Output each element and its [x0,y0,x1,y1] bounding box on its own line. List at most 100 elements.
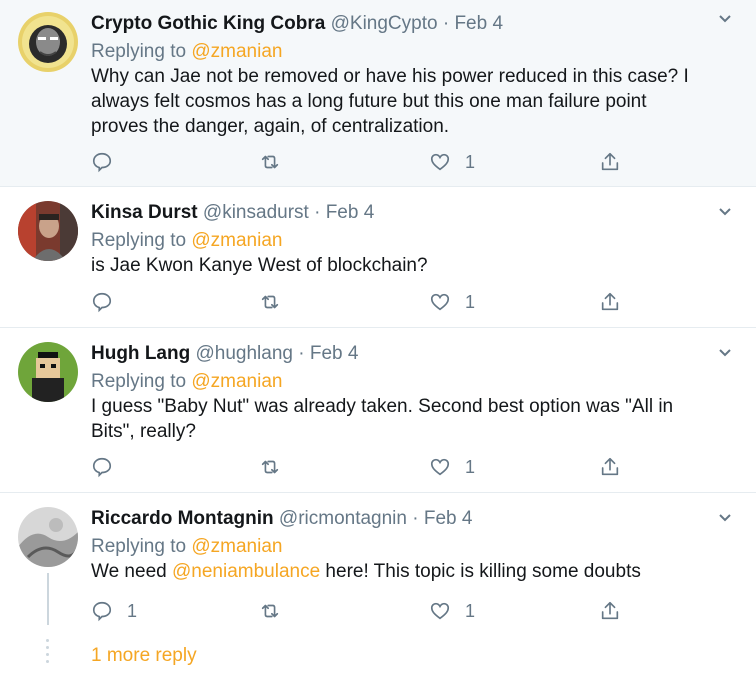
retweet-icon [261,295,279,309]
tweet[interactable]: Kinsa Durst @kinsadurst · Feb 4 Replying… [0,187,756,328]
retweet-icon [261,460,279,474]
tweet-date[interactable]: Feb 4 [326,202,375,223]
replying-mention[interactable]: @zmanian [191,230,282,251]
retweet-button[interactable] [259,599,281,623]
display-name[interactable]: Riccardo Montagnin [91,508,274,529]
reply-count: 1 [127,600,138,621]
tweet-actions: 1 [91,290,631,314]
retweet-button[interactable] [259,150,281,174]
tweet-header: Hugh Lang @hughlang · Feb 4 [91,342,716,366]
replying-label: Replying to [91,371,187,392]
tweet-actions: 1 [91,455,631,479]
avatar[interactable] [18,12,78,72]
replying-label: Replying to [91,41,187,62]
replying-mention[interactable]: @zmanian [191,371,282,392]
reply-button[interactable]: 1 [91,599,137,623]
tweet-text-line: proves the danger, again, of centralizat… [91,116,450,137]
heart-icon [430,602,450,620]
like-count: 1 [465,600,476,621]
heart-icon [430,458,450,476]
separator: · [314,202,321,223]
replying-to: Replying to @zmanian [91,40,716,64]
chevron-down-icon[interactable] [718,511,732,525]
share-button[interactable] [599,150,621,174]
chevron-down-icon[interactable] [718,346,732,360]
thread-dots [46,639,50,667]
user-handle[interactable]: @ricmontagnin [279,508,407,529]
tweet-actions: 1 1 [91,599,631,623]
tweet-text-line: Why can Jae not be removed or have his p… [91,66,689,87]
chevron-down-icon[interactable] [718,205,732,219]
share-icon [601,601,619,620]
replying-to: Replying to @zmanian [91,370,716,394]
tweet-text: I guess "Baby Nut" was already taken. Se… [91,394,716,444]
reply-button[interactable] [91,150,127,174]
retweet-icon [261,604,279,618]
retweet-icon [261,155,279,169]
tweet[interactable]: Riccardo Montagnin @ricmontagnin · Feb 4… [0,493,756,681]
reply-button[interactable] [91,455,127,479]
user-handle[interactable]: @kinsadurst [203,202,309,223]
tweet-text: Why can Jae not be removed or have his p… [91,64,716,139]
user-handle[interactable]: @KingCypto [331,13,438,34]
avatar[interactable] [18,507,78,567]
reply-button[interactable] [91,290,127,314]
replying-mention[interactable]: @zmanian [191,41,282,62]
share-button[interactable] [599,599,621,623]
like-button[interactable]: 1 [429,150,475,174]
tweet-text-line: is Jae Kwon Kanye West of blockchain? [91,255,428,276]
share-button[interactable] [599,455,621,479]
tweet-text-line: I guess "Baby Nut" was already taken. Se… [91,396,674,417]
tweet[interactable]: Crypto Gothic King Cobra @KingCypto · Fe… [0,0,756,187]
share-icon [601,292,619,311]
tweet-text: is Jae Kwon Kanye West of blockchain? [91,253,716,278]
tweet-date[interactable]: Feb 4 [310,343,359,364]
heart-icon [430,293,450,311]
avatar[interactable] [18,342,78,402]
tweet-text: We need @neniambulance here! This topic … [91,559,716,584]
tweet-text-part: We need [91,561,172,582]
like-count: 1 [465,291,476,312]
display-name[interactable]: Crypto Gothic King Cobra [91,13,325,34]
thread-line [47,573,49,625]
like-button[interactable]: 1 [429,599,475,623]
avatar[interactable] [18,201,78,261]
like-button[interactable]: 1 [429,455,475,479]
tweet-text-line: Bits", really? [91,421,196,442]
reply-icon [92,292,112,313]
heart-icon [430,153,450,171]
replying-to: Replying to @zmanian [91,535,716,559]
share-icon [601,152,619,171]
more-replies-link[interactable]: 1 more reply [91,645,197,667]
chevron-down-icon[interactable] [718,12,732,26]
reply-icon [92,601,112,622]
tweet-text-part: here! This topic is killing some doubts [320,561,641,582]
like-button[interactable]: 1 [429,290,475,314]
replying-to: Replying to @zmanian [91,229,716,253]
separator: · [442,13,450,34]
share-button[interactable] [599,290,621,314]
retweet-button[interactable] [259,290,281,314]
tweet-header: Kinsa Durst @kinsadurst · Feb 4 [91,201,716,225]
retweet-button[interactable] [259,455,281,479]
tweet-header: Crypto Gothic King Cobra @KingCypto · Fe… [91,12,716,36]
reply-icon [92,152,112,173]
tweet-text-line: always felt cosmos has a long future but… [91,91,647,112]
separator: · [412,508,419,529]
like-count: 1 [465,151,476,172]
display-name[interactable]: Hugh Lang [91,343,190,364]
tweet-date[interactable]: Feb 4 [424,508,473,529]
replying-label: Replying to [91,536,187,557]
like-count: 1 [465,456,476,477]
tweet-date[interactable]: Feb 4 [454,13,503,34]
separator: · [298,343,305,364]
user-handle[interactable]: @hughlang [195,343,292,364]
tweet-actions: 1 [91,150,631,174]
tweet[interactable]: Hugh Lang @hughlang · Feb 4 Replying to … [0,328,756,493]
text-mention[interactable]: @neniambulance [172,561,320,582]
share-icon [601,457,619,476]
replying-label: Replying to [91,230,187,251]
tweet-header: Riccardo Montagnin @ricmontagnin · Feb 4 [91,507,716,531]
replying-mention[interactable]: @zmanian [191,536,282,557]
display-name[interactable]: Kinsa Durst [91,202,198,223]
